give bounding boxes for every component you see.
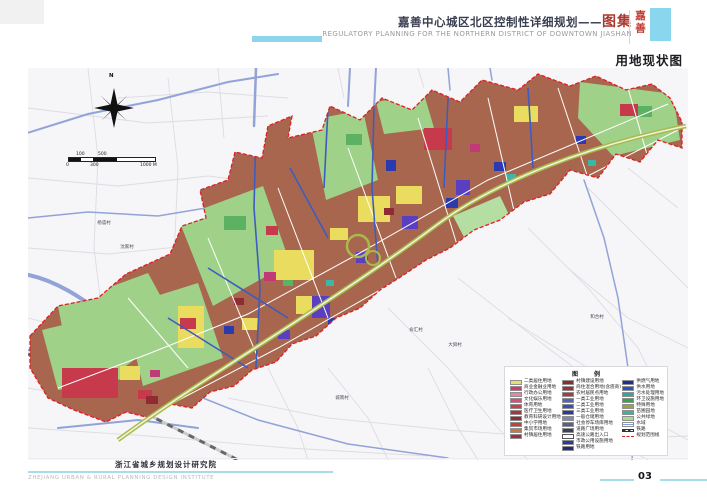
- place-label: 和合村: [590, 314, 604, 320]
- legend-swatch: [510, 410, 522, 414]
- legend-swatch: [510, 398, 522, 402]
- legend-swatch: [622, 398, 634, 402]
- legend-swatch: [510, 404, 522, 408]
- legend-swatch: [562, 410, 574, 414]
- legend-swatch: [622, 416, 634, 420]
- scale-label: 1000 M: [140, 163, 157, 168]
- seal-color-block: [650, 8, 671, 41]
- land-use-map: N 100 500 0 300 1000 M 杨庙村沈家村俞汇村大舜村 和合村城南村 图…: [28, 68, 688, 460]
- legend-swatch: [622, 386, 634, 390]
- legend-swatch: [622, 429, 634, 432]
- legend-title: 图 例: [505, 369, 667, 378]
- scale-label: 0: [66, 163, 69, 168]
- legend-column: 供燃气用地供水用地污水处理用地环卫设施用地特殊用地苗圃园地公共绿地水域铁路规划范…: [622, 380, 664, 452]
- scale-bar: 100 500 0 300 1000 M: [68, 152, 168, 168]
- legend-swatch: [562, 404, 574, 408]
- legend-label: 铁路用地: [576, 446, 594, 451]
- page-title: 嘉善中心城区北区控制性详细规划——图集: [398, 11, 632, 31]
- legend-swatch: [622, 392, 634, 396]
- header-accent-bar: [252, 36, 322, 42]
- legend-label: 规划范围线: [636, 434, 659, 439]
- legend-item: 规划范围线: [622, 434, 664, 439]
- scale-label: 500: [98, 152, 107, 157]
- legend-swatch: [622, 436, 634, 437]
- legend-swatch: [622, 380, 634, 384]
- page-title-english: REGULATORY PLANNING FOR THE NORTHERN DIS…: [322, 30, 632, 38]
- footer-rule-right-1: [600, 479, 634, 481]
- scan-artifact: [0, 0, 44, 24]
- legend-swatch: [622, 422, 634, 426]
- legend-swatch: [562, 416, 574, 420]
- institute-name: 浙江省城乡规划设计研究院: [115, 459, 217, 470]
- legend-swatch: [622, 404, 634, 408]
- legend-swatch: [562, 398, 574, 402]
- seal-text: 嘉善: [629, 10, 648, 44]
- legend-swatch: [510, 386, 522, 390]
- legend-item: 铁路用地: [562, 446, 621, 451]
- atlas-page: 嘉善中心城区北区控制性详细规划——图集 REGULATORY PLANNING …: [0, 0, 707, 500]
- legend-swatch: [562, 380, 574, 384]
- place-label: 沈家村: [120, 244, 134, 250]
- page-number: 03: [638, 471, 652, 482]
- scale-label: 100: [76, 152, 85, 157]
- footer-rule-right-2: [660, 479, 707, 481]
- legend: 图 例 二类居住用地商业金融业用地行政办公用地文化娱乐用地体育用地医疗卫生用地教…: [504, 366, 668, 456]
- institute-name-english: ZHEJIANG URBAN & RURAL PLANNING DESIGN I…: [28, 475, 214, 481]
- place-label: 杨庙村: [97, 220, 111, 226]
- legend-column: 村镇建设用地商住混合用地(含底商)农村居民点用地一类工业用地二类工业用地三类工业…: [562, 380, 621, 452]
- legend-swatch: [510, 422, 522, 426]
- place-label: 俞汇村: [409, 327, 423, 333]
- legend-swatch: [510, 416, 522, 420]
- legend-swatch: [562, 440, 574, 444]
- legend-column: 二类居住用地商业金融业用地行政办公用地文化娱乐用地体育用地医疗卫生用地教育科研设…: [510, 380, 561, 452]
- legend-swatch: [562, 428, 574, 432]
- page-title-text: 嘉善中心城区北区控制性详细规划——: [398, 15, 602, 29]
- legend-swatch: [562, 422, 574, 426]
- legend-swatch: [510, 380, 522, 384]
- legend-swatch: [510, 428, 522, 432]
- legend-swatch: [562, 434, 574, 438]
- legend-swatch: [510, 392, 522, 396]
- legend-swatch: [562, 446, 574, 450]
- scale-lower-labels: 0 300 1000 M: [68, 162, 168, 168]
- page-title-highlight: 图集: [602, 14, 632, 30]
- place-label: 大舜村: [448, 342, 462, 348]
- scale-label: 300: [90, 163, 99, 168]
- legend-swatch: [562, 386, 574, 390]
- footer-rule-left: [28, 471, 333, 473]
- legend-item: 村镇居住用地: [510, 434, 561, 439]
- sheet-subtitle: 用地现状图: [615, 50, 683, 69]
- scale-upper-labels: 100 500: [68, 152, 168, 157]
- legend-label: 村镇居住用地: [524, 434, 552, 439]
- legend-swatch: [562, 392, 574, 396]
- place-label: 城南村: [335, 395, 349, 401]
- legend-swatch: [510, 434, 522, 438]
- legend-swatch: [622, 410, 634, 414]
- compass-north-label: N: [109, 73, 114, 79]
- legend-columns: 二类居住用地商业金融业用地行政办公用地文化娱乐用地体育用地医疗卫生用地教育科研设…: [505, 378, 667, 452]
